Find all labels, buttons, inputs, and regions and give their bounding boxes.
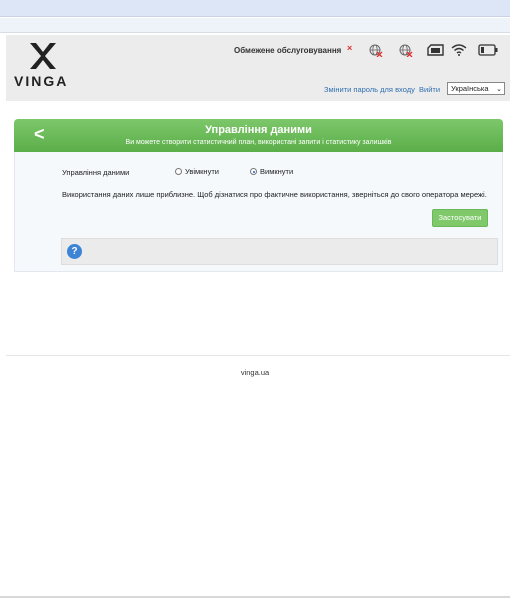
no-service-indicator: × <box>347 43 353 53</box>
browser-bookmarks-bar <box>0 18 510 33</box>
radio-enable-label: Увімкнути <box>185 167 219 176</box>
footer-divider <box>6 355 510 356</box>
footer-site-link[interactable]: vinga.ua <box>0 368 510 377</box>
radio-circle-enable[interactable] <box>175 168 182 175</box>
globe-blocked-icon <box>369 44 383 57</box>
page-subtitle: Ви можете створити статистичний план, ви… <box>125 139 392 146</box>
vinga-logo-icon <box>30 43 56 69</box>
service-status-text: Обмежене обслуговування <box>234 46 342 55</box>
logout-link[interactable]: Вийти <box>419 85 440 94</box>
battery-icon <box>478 44 498 56</box>
browser-toolbar <box>0 0 510 17</box>
globe-blocked-icon <box>399 44 413 57</box>
page-title: Управління даними <box>205 124 312 136</box>
panel-header: < Управління даними Ви можете створити с… <box>14 119 503 152</box>
language-selected-value: Українська <box>451 84 489 93</box>
sim-card-icon <box>427 44 444 56</box>
help-bar: ? <box>61 238 498 265</box>
radio-enable[interactable]: Увімкнути <box>175 167 219 176</box>
bottom-divider <box>0 596 510 598</box>
radio-disable[interactable]: Вимкнути <box>250 167 293 176</box>
chevron-down-icon: ⌄ <box>496 86 502 93</box>
data-management-label: Управління даними <box>62 168 130 177</box>
usage-note: Використання даних лише приблизне. Щоб д… <box>62 190 487 199</box>
apply-button[interactable]: Застосувати <box>432 209 488 227</box>
radio-disable-label: Вимкнути <box>260 167 294 176</box>
logo-text: VINGA <box>14 73 69 89</box>
wifi-icon <box>451 44 467 56</box>
radio-circle-disable[interactable] <box>250 168 257 175</box>
language-select[interactable]: Українська ⌄ <box>447 82 505 95</box>
router-header: VINGA Обмежене обслуговування × Змінити … <box>6 35 510 101</box>
change-password-link[interactable]: Змінити пароль для входу <box>324 85 415 94</box>
help-icon[interactable]: ? <box>67 244 82 259</box>
